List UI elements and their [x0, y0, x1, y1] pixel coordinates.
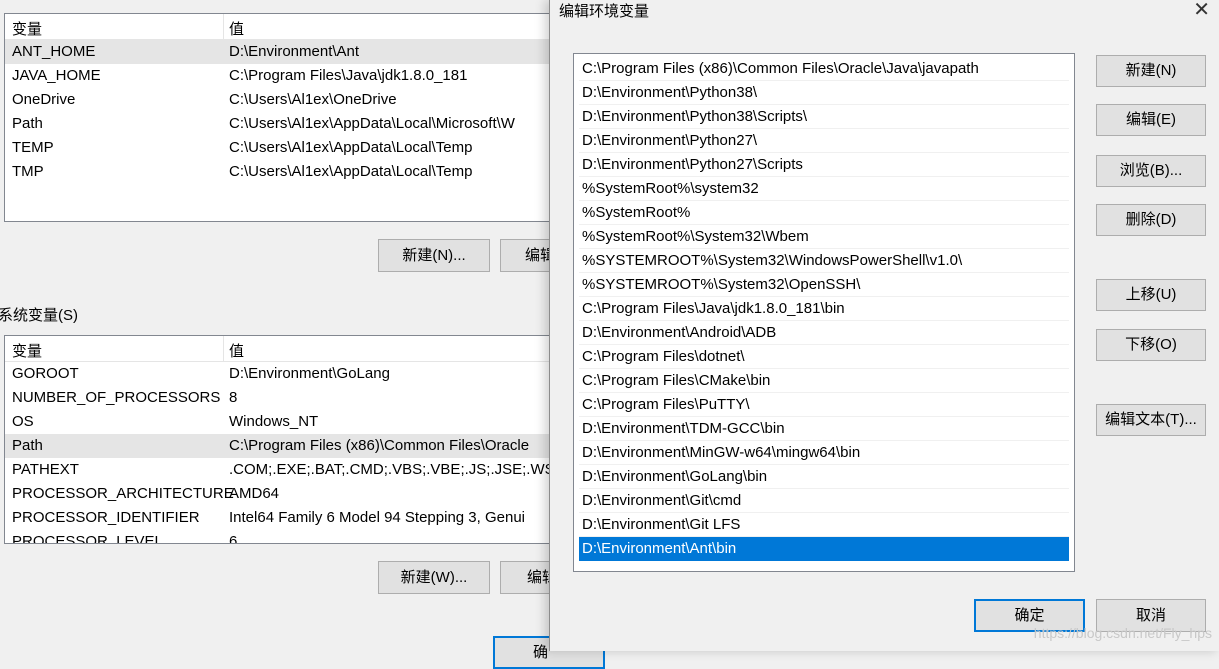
variable-name: JAVA_HOME — [12, 67, 101, 84]
variable-name: NUMBER_OF_PROCESSORS — [12, 389, 221, 406]
list-item[interactable]: D:\Environment\Python27\Scripts — [579, 153, 1069, 177]
edit-text-button[interactable]: 编辑文本(T)... — [1096, 404, 1206, 436]
list-item[interactable]: %SystemRoot%\system32 — [579, 177, 1069, 201]
variable-value: C:\Program Files\Java\jdk1.8.0_181 — [229, 67, 468, 84]
system-variables-list[interactable]: 变量 值 GOROOT D:\Environment\GoLang NUMBER_… — [4, 335, 566, 544]
column-divider[interactable] — [223, 336, 224, 361]
variable-value: 6 — [229, 533, 238, 544]
column-header-value[interactable]: 值 — [229, 18, 244, 39]
variable-name: Path — [12, 437, 43, 454]
variable-value: Intel64 Family 6 Model 94 Stepping 3, Ge… — [229, 509, 526, 526]
close-icon[interactable]: ✕ — [1193, 0, 1210, 20]
variable-name: TEMP — [12, 139, 54, 156]
variable-name: OneDrive — [12, 91, 76, 108]
table-row[interactable]: TMP C:\Users\Al1ex\AppData\Local\Temp — [5, 160, 565, 184]
table-row[interactable]: TEMP C:\Users\Al1ex\AppData\Local\Temp — [5, 136, 565, 160]
variable-value: C:\Program Files (x86)\Common Files\Orac… — [229, 437, 530, 454]
variable-name: TMP — [12, 163, 44, 180]
system-new-button[interactable]: 新建(W)... — [378, 561, 490, 594]
list-item[interactable]: C:\Program Files\CMake\bin — [579, 369, 1069, 393]
user-variables-header: 变量 值 — [5, 14, 565, 40]
dialog-title: 编辑环境变量 — [559, 3, 650, 20]
table-row[interactable]: JAVA_HOME C:\Program Files\Java\jdk1.8.0_… — [5, 64, 565, 88]
variable-name: Path — [12, 115, 43, 132]
variable-name: PATHEXT — [12, 461, 79, 478]
list-item[interactable]: D:\Environment\MinGW-w64\mingw64\bin — [579, 441, 1069, 465]
list-item[interactable]: C:\Program Files\Java\jdk1.8.0_181\bin — [579, 297, 1069, 321]
list-item[interactable]: %SYSTEMROOT%\System32\OpenSSH\ — [579, 273, 1069, 297]
list-item[interactable]: %SYSTEMROOT%\System32\WindowsPowerShell\… — [579, 249, 1069, 273]
list-item[interactable]: D:\Environment\Android\ADB — [579, 321, 1069, 345]
column-divider[interactable] — [223, 14, 224, 39]
list-item[interactable]: D:\Environment\Git\cmd — [579, 489, 1069, 513]
environment-variables-window: 变量 值 ANT_HOME D:\Environment\Ant JAVA_HOM… — [0, 0, 612, 669]
variable-value: C:\Users\Al1ex\AppData\Local\Temp — [229, 163, 473, 180]
variable-value: 8 — [229, 389, 238, 406]
list-item[interactable]: %SystemRoot%\System32\Wbem — [579, 225, 1069, 249]
user-new-button[interactable]: 新建(N)... — [378, 239, 490, 272]
list-item[interactable]: D:\Environment\Git LFS — [579, 513, 1069, 537]
system-variables-header: 变量 值 — [5, 336, 565, 362]
variable-value: C:\Users\Al1ex\AppData\Local\Microsoft\W — [229, 115, 515, 132]
browse-button[interactable]: 浏览(B)... — [1096, 155, 1206, 187]
variable-value: AMD64 — [229, 485, 280, 502]
list-item[interactable]: D:\Environment\Python27\ — [579, 129, 1069, 153]
table-row[interactable]: OneDrive C:\Users\Al1ex\OneDrive — [5, 88, 565, 112]
list-item[interactable]: D:\Environment\GoLang\bin — [579, 465, 1069, 489]
variable-value: D:\Environment\GoLang — [229, 365, 390, 382]
table-row[interactable]: PATHEXT .COM;.EXE;.BAT;.CMD;.VBS;.VBE;.JS… — [5, 458, 565, 482]
move-down-button[interactable]: 下移(O) — [1096, 329, 1206, 361]
system-variables-label: 系统变量(S) — [0, 307, 78, 324]
variable-value: C:\Users\Al1ex\AppData\Local\Temp — [229, 139, 473, 156]
move-up-button[interactable]: 上移(U) — [1096, 279, 1206, 311]
list-item[interactable]: D:\Environment\TDM-GCC\bin — [579, 417, 1069, 441]
variable-name: PROCESSOR_ARCHITECTURE — [12, 485, 234, 502]
variable-value: Windows_NT — [229, 413, 319, 430]
column-header-variable[interactable]: 变量 — [12, 18, 42, 39]
new-button[interactable]: 新建(N) — [1096, 55, 1206, 87]
user-variables-list[interactable]: 变量 值 ANT_HOME D:\Environment\Ant JAVA_HOM… — [4, 13, 566, 222]
table-row[interactable]: PROCESSOR_IDENTIFIER Intel64 Family 6 Mod… — [5, 506, 565, 530]
column-header-value[interactable]: 值 — [229, 340, 244, 361]
table-row[interactable]: PROCESSOR_LEVEL 6 — [5, 530, 565, 544]
delete-button[interactable]: 删除(D) — [1096, 204, 1206, 236]
variable-name: ANT_HOME — [12, 43, 96, 60]
list-item[interactable]: D:\Environment\Python38\Scripts\ — [579, 105, 1069, 129]
table-row[interactable]: OS Windows_NT — [5, 410, 565, 434]
table-row[interactable]: Path C:\Program Files (x86)\Common Files\… — [5, 434, 565, 458]
table-row[interactable]: NUMBER_OF_PROCESSORS 8 — [5, 386, 565, 410]
variable-name: OS — [12, 413, 34, 430]
path-list[interactable]: C:\Program Files (x86)\Common Files\Orac… — [573, 53, 1075, 572]
list-item[interactable]: C:\Program Files\dotnet\ — [579, 345, 1069, 369]
list-item[interactable]: %SystemRoot% — [579, 201, 1069, 225]
variable-value: C:\Users\Al1ex\OneDrive — [229, 91, 397, 108]
list-item[interactable]: C:\Program Files (x86)\Common Files\Orac… — [579, 57, 1069, 81]
variable-name: PROCESSOR_IDENTIFIER — [12, 509, 200, 526]
column-header-variable[interactable]: 变量 — [12, 340, 42, 361]
list-item-selected[interactable]: D:\Environment\Ant\bin — [579, 537, 1069, 561]
table-row[interactable]: ANT_HOME D:\Environment\Ant — [5, 40, 565, 64]
table-row[interactable]: GOROOT D:\Environment\GoLang — [5, 362, 565, 386]
table-row[interactable]: Path C:\Users\Al1ex\AppData\Local\Microso… — [5, 112, 565, 136]
watermark: https://blog.csdn.net/Fly_hps — [1033, 625, 1212, 641]
list-item[interactable]: D:\Environment\Python38\ — [579, 81, 1069, 105]
edit-button[interactable]: 编辑(E) — [1096, 104, 1206, 136]
variable-name: GOROOT — [12, 365, 79, 382]
variable-name: PROCESSOR_LEVEL — [12, 533, 163, 544]
variable-value: .COM;.EXE;.BAT;.CMD;.VBS;.VBE;.JS;.JSE;.… — [229, 461, 564, 478]
list-item[interactable]: C:\Program Files\PuTTY\ — [579, 393, 1069, 417]
table-row[interactable]: PROCESSOR_ARCHITECTURE AMD64 — [5, 482, 565, 506]
edit-environment-variable-dialog: 编辑环境变量 ✕ C:\Program Files (x86)\Common F… — [549, 0, 1219, 651]
variable-value: D:\Environment\Ant — [229, 43, 360, 60]
